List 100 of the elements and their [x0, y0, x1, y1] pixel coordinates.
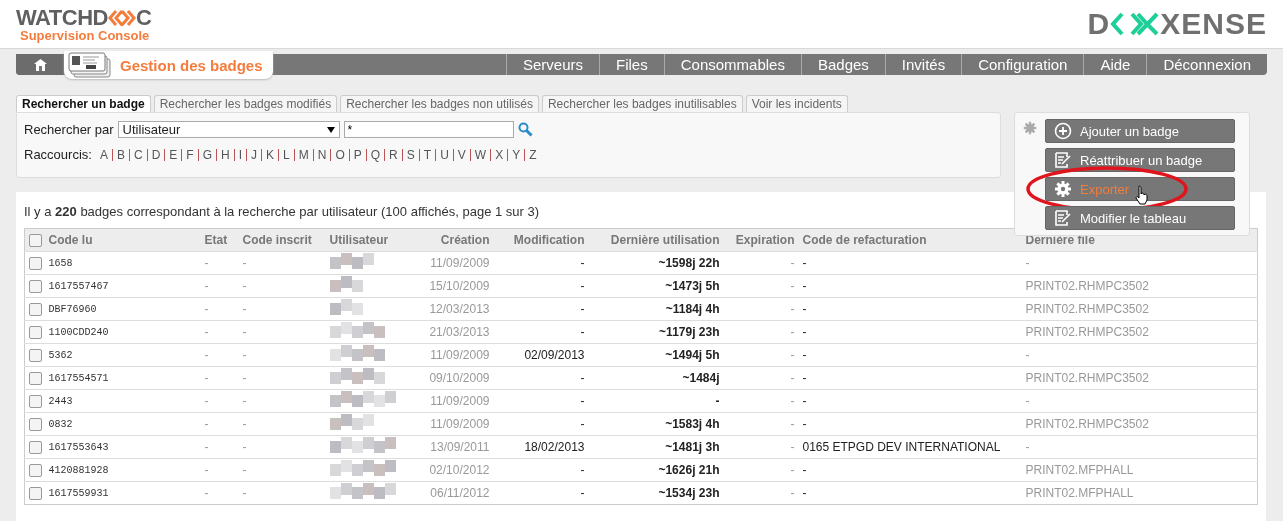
letter-link[interactable]: V — [452, 148, 466, 161]
row-checkbox[interactable] — [29, 326, 42, 340]
letter-link[interactable]: E — [164, 148, 178, 161]
letter-link[interactable]: Q — [365, 148, 381, 161]
search-tab[interactable]: Rechercher un badge — [16, 95, 151, 112]
row-checkbox[interactable] — [29, 257, 42, 271]
shortcuts-label: Raccourcis: — [24, 147, 92, 162]
row-checkbox[interactable] — [29, 418, 42, 432]
search-tab[interactable]: Rechercher les badges inutilisables — [541, 95, 743, 112]
table-cell: - — [723, 366, 799, 390]
letter-link[interactable]: S — [401, 148, 415, 161]
letter-link[interactable]: H — [216, 148, 230, 161]
table-cell: - — [723, 458, 799, 482]
letter-link[interactable]: D — [146, 148, 161, 161]
table-cell: - — [798, 251, 1022, 275]
row-checkbox[interactable] — [29, 280, 42, 294]
table-cell: 1617559931 — [44, 481, 201, 505]
table-cell: - — [723, 320, 799, 344]
table-cell: - — [723, 251, 799, 275]
table-cell: - — [723, 481, 799, 505]
table-cell: ~1626j 21h — [588, 458, 724, 482]
search-tab[interactable]: Voir les incidents — [745, 95, 848, 112]
table-cell: - — [723, 343, 799, 367]
letter-link[interactable]: M — [293, 148, 309, 161]
table-cell: - — [200, 297, 239, 321]
search-tab[interactable]: Rechercher les badges non utilisés — [340, 95, 539, 112]
select-all-checkbox[interactable] — [29, 234, 42, 248]
letter-link[interactable]: X — [490, 148, 504, 161]
letter-link[interactable]: B — [111, 148, 125, 161]
table-cell: 12/03/2013 — [403, 297, 494, 321]
table-cell: PRINT02.RHMPC3502 — [1021, 320, 1258, 344]
dropdown-arrow-icon — [326, 126, 335, 133]
letter-link[interactable]: T — [418, 148, 432, 161]
letter-link[interactable]: Z — [524, 148, 537, 161]
row-checkbox[interactable] — [29, 487, 42, 501]
letter-link[interactable]: F — [181, 148, 194, 161]
letter-link[interactable]: P — [348, 148, 362, 161]
nav-link[interactable]: Badges — [800, 54, 885, 75]
nav-link[interactable]: Files — [599, 54, 664, 75]
letter-link[interactable]: R — [384, 148, 398, 161]
nav-link[interactable]: Déconnexion — [1146, 54, 1267, 75]
column-header: Expiration — [723, 228, 799, 252]
table-cell: - — [200, 251, 239, 275]
table-cell: 11/09/2009 — [403, 251, 494, 275]
table-cell: - — [798, 320, 1022, 344]
table-cell: - — [588, 389, 724, 413]
home-icon — [33, 58, 47, 71]
action-button[interactable]: Réattribuer un badge — [1045, 148, 1235, 172]
letter-link[interactable]: G — [197, 148, 212, 161]
row-checkbox[interactable] — [29, 303, 42, 317]
search-icon[interactable] — [517, 122, 533, 137]
table-cell: - — [238, 320, 326, 344]
table-cell: ~1494j 5h — [588, 343, 724, 367]
table-cell: - — [723, 412, 799, 436]
nav-link[interactable]: Consommables — [663, 54, 801, 75]
search-by-select[interactable]: Utilisateur — [117, 121, 340, 138]
letter-link[interactable]: L — [278, 148, 290, 161]
row-checkbox[interactable] — [29, 395, 42, 409]
table-cell: 4120881928 — [44, 458, 201, 482]
table-cell: 1658 — [44, 251, 201, 275]
table-cell: - — [798, 274, 1022, 298]
row-checkbox[interactable] — [29, 441, 42, 455]
table-cell: - — [200, 481, 239, 505]
table-cell: - — [200, 343, 239, 367]
nav-link[interactable]: Invités — [884, 54, 962, 75]
table-cell: - — [1021, 343, 1258, 367]
table-cell: - — [723, 274, 799, 298]
nav-link[interactable]: Serveurs — [506, 54, 600, 75]
action-button[interactable]: Modifier le tableau — [1045, 206, 1235, 230]
search-field[interactable]: * — [343, 121, 514, 138]
letter-link[interactable]: U — [435, 148, 449, 161]
nav-link[interactable]: Configuration — [961, 54, 1084, 75]
table-cell: - — [1021, 251, 1258, 275]
row-checkbox[interactable] — [29, 464, 42, 478]
letter-link[interactable]: A — [95, 148, 108, 161]
letter-link[interactable]: N — [312, 148, 327, 161]
table-cell: - — [238, 343, 326, 367]
letter-link[interactable]: I — [233, 148, 242, 161]
column-header: Création — [403, 228, 494, 252]
table-cell: 1617557467 — [44, 274, 201, 298]
home-button[interactable] — [16, 54, 64, 75]
action-button[interactable]: Ajouter un badge — [1045, 119, 1235, 143]
row-checkbox[interactable] — [29, 372, 42, 386]
letter-link[interactable]: K — [261, 148, 275, 161]
row-checkbox[interactable] — [29, 349, 42, 363]
letter-link[interactable]: Y — [507, 148, 521, 161]
letter-link[interactable]: O — [330, 148, 345, 161]
table-cell: 09/10/2009 — [403, 366, 494, 390]
search-tab[interactable]: Rechercher les badges modifiés — [153, 95, 338, 112]
table-cell: - — [798, 389, 1022, 413]
nav-link[interactable]: Aide — [1083, 54, 1147, 75]
table-cell: PRINT02.RHMPC3502 — [1021, 274, 1258, 298]
letter-link[interactable]: W — [469, 148, 487, 161]
table-cell: - — [493, 458, 589, 482]
search-by-label: Rechercher par — [24, 122, 114, 137]
badge-cards-icon — [68, 52, 112, 78]
letter-link[interactable]: C — [128, 148, 143, 161]
table-cell: - — [723, 297, 799, 321]
letter-link[interactable]: J — [246, 148, 257, 161]
table-cell: - — [238, 481, 326, 505]
